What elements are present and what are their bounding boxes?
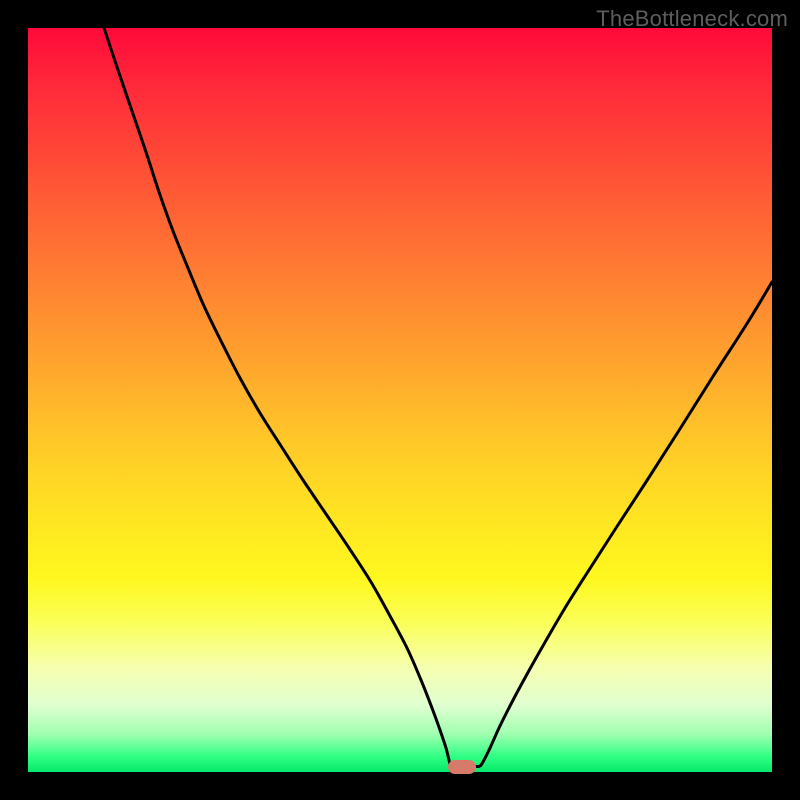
optimal-marker bbox=[448, 760, 476, 774]
plot-area bbox=[28, 28, 772, 772]
bottleneck-curve bbox=[28, 28, 772, 772]
chart-frame: TheBottleneck.com bbox=[0, 0, 800, 800]
attribution-text: TheBottleneck.com bbox=[596, 6, 788, 32]
curve-path bbox=[104, 28, 772, 767]
